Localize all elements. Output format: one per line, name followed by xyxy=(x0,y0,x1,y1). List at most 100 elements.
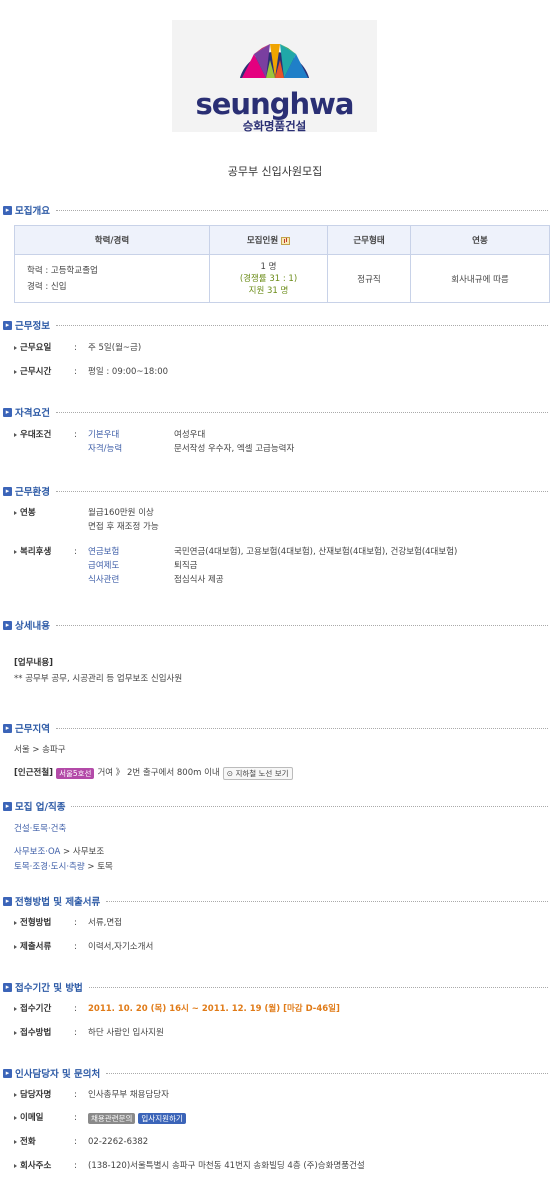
recruit-count-cell: 1 명 (경쟁률 31 : 1) 지원 31 명 xyxy=(209,254,328,303)
row-label: 접수기간 xyxy=(14,1002,74,1016)
process-method: 서류,면접 xyxy=(88,918,122,928)
divider xyxy=(55,490,548,492)
search-icon: ⊙ xyxy=(226,768,234,778)
basic-preference: 여성우대 xyxy=(174,430,206,440)
row-label: 근무요일 xyxy=(14,341,74,355)
preference-row: 우대조건 : 기본우대 여성우대 자격/능력 문서작성 우수자, 엑셀 고급능력자 xyxy=(14,428,294,456)
sub-label: 급여제도 xyxy=(88,561,120,571)
career-value: 경력 : 신입 xyxy=(27,281,67,292)
work-days-row: 근무요일 : 주 5일(월~금) xyxy=(14,341,141,355)
email-row: 이메일 : 채용관련문의 입사지원하기 xyxy=(14,1111,186,1125)
competition-ratio: (경쟁률 31 : 1) xyxy=(239,273,298,284)
section-period: ▸ 접수기간 및 방법 xyxy=(3,980,548,994)
phone-value: 02-2262-6382 xyxy=(88,1137,149,1147)
table-header: 근무형태 xyxy=(327,225,411,255)
meal-value: 점심식사 제공 xyxy=(174,575,224,585)
divider xyxy=(106,900,548,902)
row-label: 근무시간 xyxy=(14,365,74,379)
divider xyxy=(106,1072,548,1074)
job-category-link[interactable]: 사무보조·OA xyxy=(14,847,60,857)
divider xyxy=(88,986,548,988)
work-hours-row: 근무시간 : 평일 : 09:00~18:00 xyxy=(14,365,168,379)
section-title: 모집개요 xyxy=(15,206,50,217)
station-text: 거여 》 2번 출구에서 800m 이내 xyxy=(97,768,220,778)
apply-button[interactable]: 입사지원하기 xyxy=(138,1112,186,1124)
divider xyxy=(55,624,548,626)
cert-preference: 문서작성 우수자, 엑셀 고급능력자 xyxy=(174,444,295,454)
industry-link[interactable]: 건설·토목·건축 xyxy=(14,822,66,836)
work-days-value: 주 5일(월~금) xyxy=(88,343,142,353)
subway-label: [인근전철] xyxy=(14,768,54,778)
section-title: 상세내용 xyxy=(15,621,50,632)
education-career-cell: 학력 : 고등학교졸업 경력 : 신입 xyxy=(14,254,210,303)
salary-row: 연봉 월급160만원 이상 면접 후 재조정 가능 xyxy=(14,506,159,534)
section-environment: ▸ 근무환경 xyxy=(3,484,548,498)
section-process: ▸ 전형방법 및 제출서류 xyxy=(3,894,548,908)
section-arrow-icon: ▸ xyxy=(3,1068,12,1078)
section-arrow-icon: ▸ xyxy=(3,205,12,215)
contact-person: 인사총무부 채용담당자 xyxy=(88,1090,169,1100)
region-path: 서울 > 송파구 xyxy=(14,745,66,755)
job-category-link[interactable]: 토목·조경·도시·측량 xyxy=(14,862,85,872)
sub-label: 기본우대 xyxy=(88,430,120,440)
detail-text: ** 공무부 공무, 시공관리 등 업무보조 신입사원 xyxy=(14,674,183,684)
apply-method-row: 접수방법 : 하단 사람인 입사지원 xyxy=(14,1026,164,1040)
divider xyxy=(55,727,548,729)
stats-chart-icon[interactable] xyxy=(281,236,291,245)
company-logo: seunghwa 승화명품건설 xyxy=(172,20,377,133)
inquiry-button[interactable]: 채용관련문의 xyxy=(88,1112,136,1124)
logo-korean-name: 승화명품건설 xyxy=(242,119,307,133)
section-industry: ▸ 모집 업/직종 xyxy=(3,799,548,813)
section-qualification: ▸ 자격요건 xyxy=(3,405,548,419)
section-title: 인사담당자 및 문의처 xyxy=(15,1069,101,1080)
row-label: 전형방법 xyxy=(14,916,74,930)
recruit-count: 1 명 xyxy=(260,261,277,272)
row-label: 이메일 xyxy=(14,1111,74,1125)
divider xyxy=(55,209,548,211)
section-arrow-icon: ▸ xyxy=(3,486,12,496)
row-label: 연봉 xyxy=(14,506,74,534)
section-arrow-icon: ▸ xyxy=(3,896,12,906)
address-row: 회사주소 : (138-120)서울특별시 송파구 마천동 41번지 송화빌딩 … xyxy=(14,1159,365,1173)
section-title: 근무환경 xyxy=(15,487,50,498)
welfare-row: 복리후생 : 연금보험 국민연금(4대보험), 고용보험(4대보험), 산재보험(… xyxy=(14,545,457,587)
table-header: 연봉 xyxy=(410,225,550,255)
section-contact: ▸ 인사담당자 및 문의처 xyxy=(3,1066,548,1080)
row-label: 담당자명 xyxy=(14,1088,74,1102)
applicant-count: 지원 31 명 xyxy=(248,285,289,296)
divider xyxy=(71,805,548,807)
divider xyxy=(55,411,548,413)
section-title: 모집 업/직종 xyxy=(15,802,66,813)
row-label: 복리후생 xyxy=(14,545,74,587)
subway-map-button[interactable]: ⊙ 지하철 노선 보기 xyxy=(222,766,293,780)
application-period: 2011. 10. 20 (목) 16시 ~ 2011. 12. 19 (월) … xyxy=(88,1004,340,1014)
logo-wordmark: seunghwa xyxy=(195,87,355,121)
summary-table: 학력/경력 모집인원 근무형태 연봉 학력 : 고등학교졸업 경력 : 신입 1… xyxy=(14,225,550,303)
section-title: 자격요건 xyxy=(15,408,50,419)
row-label: 회사주소 xyxy=(14,1159,74,1173)
row-label: 전화 xyxy=(14,1135,74,1149)
section-arrow-icon: ▸ xyxy=(3,982,12,992)
nearby-subway: [인근전철] 서울5호선 거여 》 2번 출구에서 800m 이내 ⊙ 지하철 … xyxy=(14,766,293,780)
row-label: 제출서류 xyxy=(14,940,74,954)
salary-line-1: 월급160만원 이상 xyxy=(88,508,154,518)
pension-value: 국민연금(4대보험), 고용보험(4대보험), 산재보험(4대보험), 건강보험… xyxy=(174,547,458,557)
table-header: 모집인원 xyxy=(209,225,328,255)
section-arrow-icon: ▸ xyxy=(3,723,12,733)
section-title: 접수기간 및 방법 xyxy=(15,983,83,994)
section-work-info: ▸ 근무정보 xyxy=(3,318,548,332)
job-category-1: 사무보조·OA > 사무보조 xyxy=(14,847,105,857)
apply-method: 하단 사람인 입사지원 xyxy=(88,1028,164,1038)
section-title: 근무정보 xyxy=(15,321,50,332)
section-arrow-icon: ▸ xyxy=(3,407,12,417)
section-title: 전형방법 및 제출서류 xyxy=(15,897,101,908)
detail-heading: [업무내용] xyxy=(14,658,54,668)
section-arrow-icon: ▸ xyxy=(3,620,12,630)
contact-person-row: 담당자명 : 인사총무부 채용담당자 xyxy=(14,1088,169,1102)
page-title: 공무부 신입사원모집 xyxy=(227,165,323,178)
section-arrow-icon: ▸ xyxy=(3,320,12,330)
section-arrow-icon: ▸ xyxy=(3,801,12,811)
sub-label: 연금보험 xyxy=(88,547,120,557)
work-hours-value: 평일 : 09:00~18:00 xyxy=(88,367,169,377)
employment-type: 정규직 xyxy=(327,254,411,303)
